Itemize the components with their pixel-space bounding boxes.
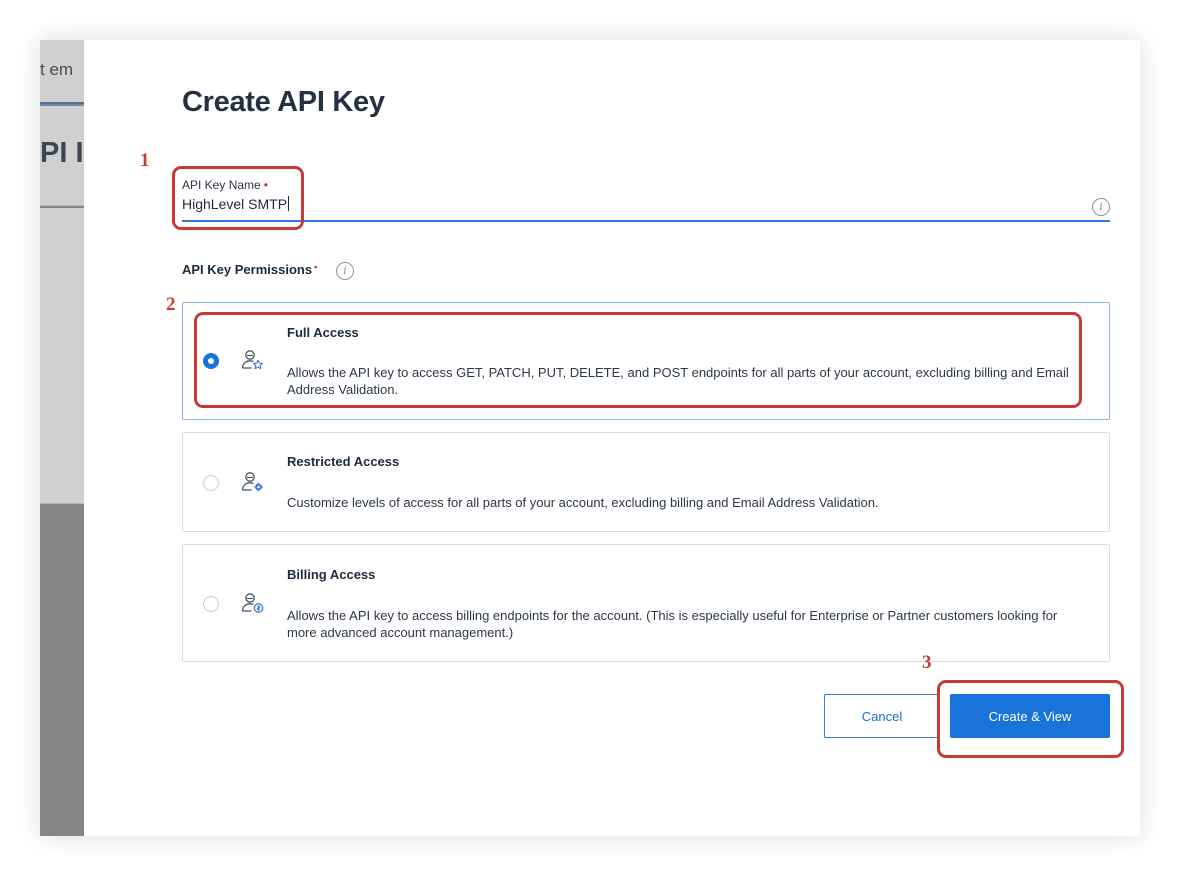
billing-access-description: Allows the API key to access billing end… — [287, 608, 1058, 640]
modal-overlay — [40, 40, 84, 836]
billing-access-title: Billing Access — [287, 567, 376, 582]
permissions-info-icon[interactable]: i — [336, 262, 354, 280]
user-gear-icon — [241, 472, 263, 492]
annotation-box-2 — [194, 312, 1082, 408]
create-api-key-modal: Create API Key API Key Name • HighLevel S… — [84, 40, 1140, 836]
option-billing-access[interactable]: Billing Access Allows the API key to acc… — [182, 544, 1110, 662]
cancel-button[interactable]: Cancel — [824, 694, 940, 738]
restricted-access-title: Restricted Access — [287, 454, 400, 469]
modal-title: Create API Key — [182, 86, 385, 118]
permissions-label: API Key Permissions • — [182, 262, 317, 277]
required-marker: • — [314, 262, 318, 272]
annotation-number-2: 2 — [166, 294, 176, 315]
user-dollar-icon — [241, 593, 264, 613]
billing-access-radio[interactable] — [203, 596, 219, 612]
background-page: t em PI I — [40, 40, 84, 836]
annotation-number-1: 1 — [140, 150, 150, 171]
annotation-box-1 — [172, 166, 304, 230]
permissions-label-text: API Key Permissions — [182, 262, 313, 277]
screenshot-frame: t em PI I Create API Key API Key Name • H… — [40, 40, 1140, 836]
restricted-access-radio[interactable] — [203, 475, 219, 491]
info-icon[interactable]: i — [1092, 198, 1110, 216]
option-restricted-access[interactable]: Restricted Access Customize levels of ac… — [182, 432, 1110, 532]
restricted-access-description: Customize levels of access for all parts… — [287, 495, 879, 510]
annotation-number-3: 3 — [922, 652, 932, 673]
api-key-name-field[interactable]: API Key Name • HighLevel SMTP i — [182, 174, 1110, 222]
annotation-box-3 — [937, 680, 1124, 758]
